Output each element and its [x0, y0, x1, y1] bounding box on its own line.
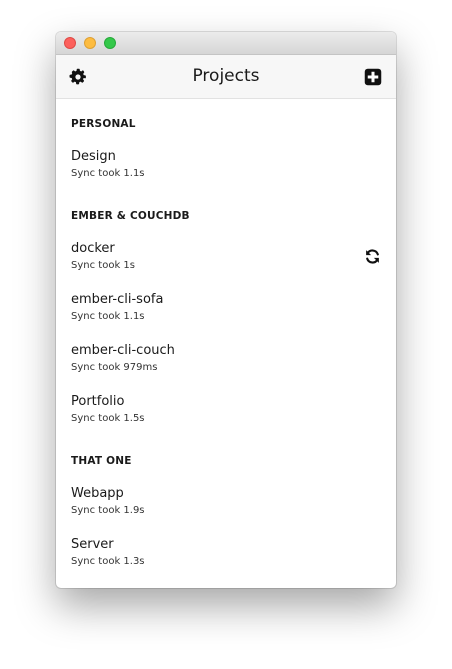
refresh-icon[interactable]: [364, 248, 381, 265]
project-sync-status: Sync took 1.9s: [71, 505, 145, 516]
maximize-window-button[interactable]: [104, 37, 116, 49]
project-item-server[interactable]: Server Sync took 1.3s: [71, 537, 396, 568]
project-sync-status: Sync took 1.5s: [71, 413, 145, 424]
plus-square-icon[interactable]: [364, 68, 382, 86]
project-name: Webapp: [71, 486, 124, 501]
project-name: ember-cli-sofa: [71, 292, 164, 307]
project-sync-status: Sync took 1.3s: [71, 556, 145, 567]
minimize-window-button[interactable]: [84, 37, 96, 49]
project-item-webapp[interactable]: Webapp Sync took 1.9s: [71, 486, 396, 517]
section-header-ember-couchdb: EMBER & COUCHDB: [71, 210, 190, 222]
project-sync-status: Sync took 1.1s: [71, 168, 145, 179]
section-header-that-one: THAT ONE: [71, 455, 132, 467]
project-name: docker: [71, 241, 115, 256]
project-item-ember-cli-sofa[interactable]: ember-cli-sofa Sync took 1.1s: [71, 292, 396, 323]
section-header-personal: PERSONAL: [71, 118, 136, 130]
app-window: Projects PERSONAL Design Sync took 1.1s …: [56, 32, 396, 588]
page-title: Projects: [192, 66, 260, 86]
project-name: Design: [71, 149, 116, 164]
close-window-button[interactable]: [64, 37, 76, 49]
project-item-docker[interactable]: docker Sync took 1s: [71, 241, 396, 272]
title-bar[interactable]: [56, 32, 396, 55]
toolbar: Projects: [56, 55, 396, 99]
project-item-design[interactable]: Design Sync took 1.1s: [71, 149, 396, 180]
project-item-portfolio[interactable]: Portfolio Sync took 1.5s: [71, 394, 396, 425]
project-name: ember-cli-couch: [71, 343, 175, 358]
project-item-ember-cli-couch[interactable]: ember-cli-couch Sync took 979ms: [71, 343, 396, 374]
project-name: Portfolio: [71, 394, 125, 409]
project-sync-status: Sync took 1s: [71, 260, 135, 271]
project-sync-status: Sync took 1.1s: [71, 311, 145, 322]
project-sync-status: Sync took 979ms: [71, 362, 158, 373]
project-name: Server: [71, 537, 114, 552]
